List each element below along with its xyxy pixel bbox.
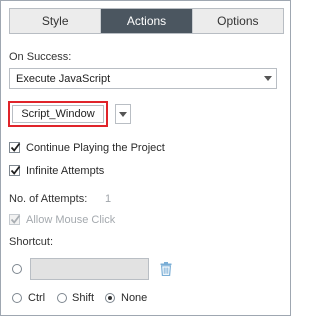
infinite-attempts-checkbox[interactable] [9,165,21,176]
shortcut-label: Shortcut: [9,236,54,248]
tab-bar: Style Actions Options [9,8,284,34]
allow-mouse-click-checkbox [9,214,21,225]
shortcut-enable-radio[interactable] [12,264,22,274]
script-window-highlight: Script_Window [8,101,108,127]
shift-radio[interactable] [57,293,67,303]
on-success-label: On Success: [9,51,72,63]
on-success-value: Execute JavaScript [16,73,111,85]
checkmark-icon [10,214,21,224]
checkmark-icon [10,142,21,152]
tab-actions[interactable]: Actions [101,9,193,33]
script-window-field[interactable]: Script_Window [12,105,104,123]
chevron-down-icon [264,76,272,81]
none-label: None [121,292,148,304]
shift-label: Shift [72,292,95,304]
shortcut-input[interactable] [30,258,149,280]
trash-icon[interactable] [160,262,172,277]
continue-playing-label: Continue Playing the Project [26,142,165,154]
tab-style[interactable]: Style [10,9,102,33]
on-success-dropdown[interactable]: Execute JavaScript [9,68,277,89]
allow-mouse-click-label: Allow Mouse Click [26,214,116,226]
tab-options[interactable]: Options [193,9,283,33]
infinite-attempts-label: Infinite Attempts [26,165,105,177]
ctrl-radio[interactable] [12,293,22,303]
chevron-down-icon [119,112,127,117]
none-radio[interactable] [105,293,115,303]
checkmark-icon [10,165,21,175]
script-dropdown-button[interactable] [115,104,131,124]
attempts-value: 1 [105,193,112,205]
attempts-label: No. of Attempts: [9,193,88,205]
ctrl-label: Ctrl [28,292,46,304]
continue-playing-checkbox[interactable] [9,142,21,153]
actions-panel: Style Actions Options On Success: Execut… [0,0,291,316]
